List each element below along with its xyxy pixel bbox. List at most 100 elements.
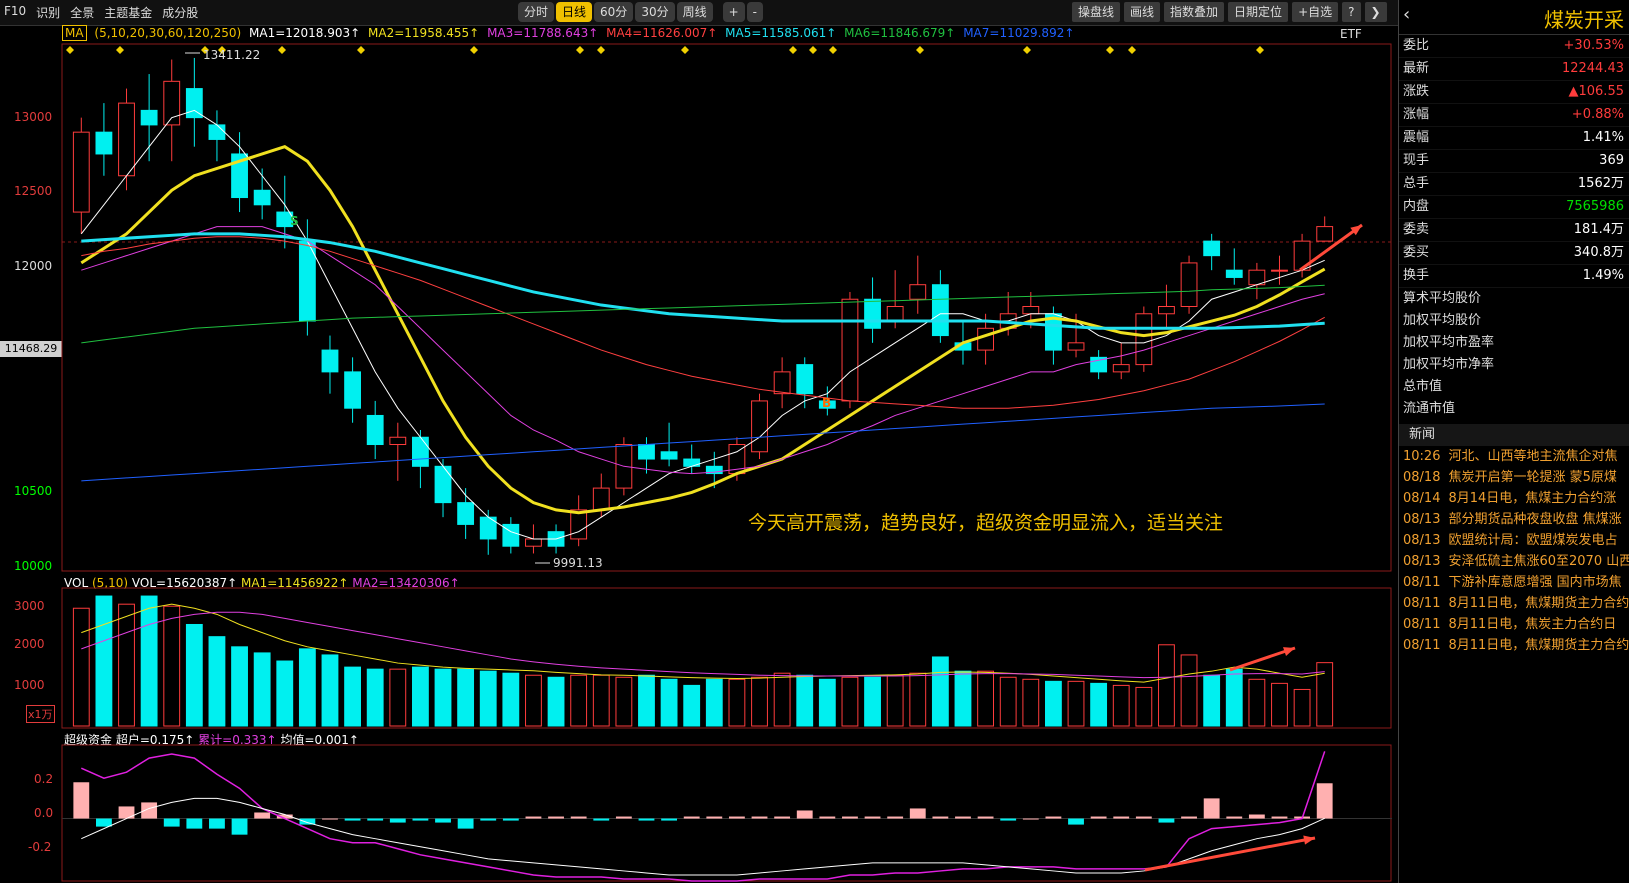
candle-body: [140, 109, 158, 126]
news-item[interactable]: 08/13 部分期货品种夜盘收盘 焦煤涨: [1399, 509, 1629, 530]
signal-diamond: [576, 46, 584, 54]
stat-label: 最新: [1403, 61, 1430, 76]
candle-body: [457, 502, 475, 525]
volume-bar: [1090, 682, 1108, 727]
volume-bar: [864, 676, 881, 727]
candle-body: [1180, 262, 1198, 307]
stat-label: 现手: [1403, 153, 1430, 168]
signal-diamond: [278, 46, 286, 54]
back-icon[interactable]: ‹: [1403, 4, 1410, 25]
news-title: 安泽低硫主焦涨60至2070 山西: [1448, 554, 1629, 569]
fund-bar: [231, 818, 248, 835]
volume-bar: [773, 672, 791, 727]
news-time: 08/13: [1403, 512, 1441, 527]
candle-body: [773, 371, 791, 395]
fund-bar: [819, 816, 836, 819]
signal-diamond: [357, 46, 365, 54]
volume-bar: [95, 595, 113, 727]
news-title: 河北、山西等地主流焦企对焦: [1448, 449, 1618, 464]
volume-bar: [208, 636, 226, 727]
candle-body: [638, 444, 655, 460]
trend-arrowhead-icon: [1283, 647, 1295, 656]
volume-bar: [615, 676, 633, 727]
fund-bar: [1135, 816, 1152, 819]
news-item[interactable]: 08/14 8月14日电，焦煤主力合约涨: [1399, 488, 1629, 509]
stat-label: 委买: [1403, 245, 1430, 260]
news-item[interactable]: 08/11 8月11日电，焦炭主力合约日: [1399, 614, 1629, 635]
news-item[interactable]: 08/13 安泽低硫主焦涨60至2070 山西: [1399, 551, 1629, 572]
stat-row: 最新 12244.43: [1399, 58, 1629, 81]
news-item[interactable]: 08/11 下游补库意愿增强 国内市场焦: [1399, 572, 1629, 593]
fund-bar: [412, 818, 429, 821]
stat-value: 340.8万: [1573, 245, 1624, 260]
fund-bar: [95, 818, 112, 827]
fund-bar: [977, 816, 994, 819]
volume-bar: [1293, 688, 1311, 727]
news-item[interactable]: 08/13 欧盟统计局：欧盟煤炭发电占: [1399, 530, 1629, 551]
extra-metric[interactable]: 流通市值: [1399, 398, 1629, 420]
stat-value: 369: [1599, 153, 1624, 168]
extra-metric[interactable]: 加权平均市净率: [1399, 354, 1629, 376]
news-time: 08/11: [1403, 596, 1441, 611]
volume-bar: [841, 676, 859, 727]
kline-chart[interactable]: [0, 0, 1392, 883]
news-header[interactable]: 新闻: [1399, 424, 1629, 446]
news-item[interactable]: 10:26 河北、山西等地主流焦企对焦: [1399, 446, 1629, 467]
candle-body: [1316, 226, 1334, 242]
news-item[interactable]: 08/18 焦炭开启第一轮提涨 蒙5原煤: [1399, 467, 1629, 488]
fund-bar: [909, 808, 926, 819]
volume-bar: [366, 668, 384, 727]
extra-metric[interactable]: 总市值: [1399, 376, 1629, 398]
volume-bar: [1203, 674, 1221, 727]
candle-body: [1271, 269, 1288, 272]
fund-bar: [615, 816, 632, 819]
fund-bar: [593, 818, 610, 821]
extra-metric[interactable]: 算术平均股价: [1399, 288, 1629, 310]
news-item[interactable]: 08/11 8月11日电，焦煤期货主力合约: [1399, 593, 1629, 614]
candle-body: [434, 465, 452, 504]
signal-diamond: [597, 46, 605, 54]
candle-body: [366, 414, 384, 446]
volume-bar: [592, 674, 610, 727]
volume-bar: [1225, 668, 1243, 727]
volume-bar: [72, 607, 90, 727]
volume-bar: [909, 672, 927, 727]
fund-bar: [389, 818, 406, 823]
candle-body: [751, 400, 768, 453]
stat-row: 换手 1.49%: [1399, 265, 1629, 288]
volume-bar: [253, 652, 271, 727]
fund-bar: [887, 816, 904, 819]
volume-bar: [1180, 654, 1198, 727]
volume-bar: [389, 668, 407, 727]
news-time: 08/13: [1403, 533, 1441, 548]
candle-body: [841, 298, 859, 402]
volume-bar: [118, 603, 135, 727]
candle-body: [1135, 313, 1153, 366]
fund-bar: [502, 818, 519, 821]
fund-bar: [1090, 816, 1107, 819]
stat-label: 震幅: [1403, 130, 1430, 145]
news-time: 08/11: [1403, 575, 1441, 590]
low-label: 9991.13: [553, 556, 603, 570]
candle-body: [72, 131, 90, 213]
stat-value: 181.4万: [1573, 222, 1624, 237]
signal-diamond: [789, 46, 797, 54]
volume-bar: [1135, 686, 1153, 727]
candle-body: [185, 88, 203, 119]
candle-body: [411, 436, 429, 467]
signal-diamond: [66, 46, 74, 54]
volume-bar: [931, 656, 949, 727]
volume-bar: [411, 666, 429, 727]
candle-body: [118, 102, 135, 177]
volume-bar: [276, 660, 294, 727]
news-list: 10:26 河北、山西等地主流焦企对焦 08/18 焦炭开启第一轮提涨 蒙5原煤 08/…: [1399, 446, 1629, 656]
extra-metric[interactable]: 加权平均市盈率: [1399, 332, 1629, 354]
volume-bar: [751, 676, 768, 727]
news-item[interactable]: 08/11 8月11日电，焦煤期货主力合约: [1399, 635, 1629, 656]
fund-bar: [728, 816, 745, 819]
fund-bar: [209, 818, 225, 829]
extra-metric[interactable]: 加权平均股价: [1399, 310, 1629, 332]
buy-signal: B: [822, 396, 832, 410]
volume-bar: [1248, 678, 1266, 727]
fund-bar: [1203, 798, 1220, 819]
